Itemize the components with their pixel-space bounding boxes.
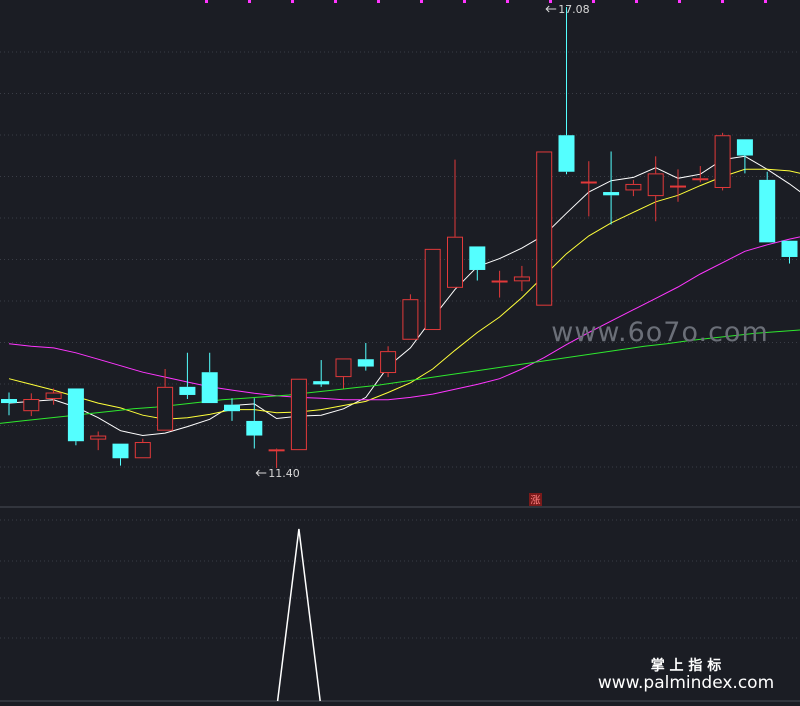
candle-body xyxy=(246,420,263,436)
candle-body xyxy=(580,181,597,184)
candle-body xyxy=(759,179,776,243)
chart-background xyxy=(0,0,800,706)
candle xyxy=(290,378,307,451)
candle-body xyxy=(134,442,151,459)
candle-body xyxy=(647,173,664,197)
candle-body xyxy=(402,299,419,340)
candle xyxy=(759,171,776,243)
candle-body xyxy=(513,276,530,282)
candle-body xyxy=(536,151,553,306)
candle-body xyxy=(447,236,463,288)
candle-body xyxy=(201,372,218,404)
candle-body xyxy=(23,399,40,412)
top-marker xyxy=(420,0,423,3)
top-marker xyxy=(291,0,294,3)
top-marker xyxy=(635,0,638,3)
low-price-label: 11.40 xyxy=(268,467,300,480)
candle-body xyxy=(781,240,798,257)
candle xyxy=(424,248,441,331)
top-marker xyxy=(463,0,466,3)
top-marker xyxy=(592,0,595,3)
candle-body xyxy=(357,359,374,367)
stock-chart: 17.08 11.40 涨 www.6o7o.com 掌 上 指 标 www.p… xyxy=(0,0,800,706)
top-marker xyxy=(721,0,724,3)
candle-body xyxy=(67,388,84,442)
top-marker xyxy=(248,0,251,3)
candle-body xyxy=(45,392,62,400)
candle-body xyxy=(179,386,196,395)
watermark-text: www.6o7o.com xyxy=(551,317,769,348)
top-marker xyxy=(678,0,681,3)
candle-body xyxy=(469,246,486,270)
candle-body xyxy=(670,185,686,188)
candle-body xyxy=(603,192,620,196)
high-price-label: 17.08 xyxy=(558,3,590,16)
candle-body xyxy=(90,435,107,440)
candle-body xyxy=(1,399,17,404)
candle-body xyxy=(625,183,642,191)
candle-body xyxy=(112,443,129,459)
candle xyxy=(536,151,553,306)
candle-body xyxy=(157,386,174,431)
candle-body xyxy=(736,139,753,156)
top-marker xyxy=(205,0,208,3)
candle-body xyxy=(290,378,307,451)
rise-badge: 涨 xyxy=(531,495,541,507)
candle xyxy=(402,294,419,340)
candle-body xyxy=(380,351,397,374)
candle xyxy=(67,388,84,446)
top-marker xyxy=(549,0,552,3)
top-marker xyxy=(506,0,509,3)
candle xyxy=(714,132,731,191)
candle-body xyxy=(335,358,352,378)
brand-title: 掌 上 指 标 xyxy=(651,657,722,674)
candle-body xyxy=(424,248,441,331)
top-marker xyxy=(764,0,767,3)
candle-body xyxy=(491,280,508,283)
candle-body xyxy=(224,404,240,412)
candle-body xyxy=(268,449,285,452)
candle-body xyxy=(558,135,575,172)
top-marker xyxy=(377,0,380,3)
candle-body xyxy=(313,381,330,385)
candle-body xyxy=(692,178,709,181)
candle-body xyxy=(714,135,731,188)
brand-url: www.palmindex.com xyxy=(598,673,774,693)
top-marker xyxy=(334,0,337,3)
